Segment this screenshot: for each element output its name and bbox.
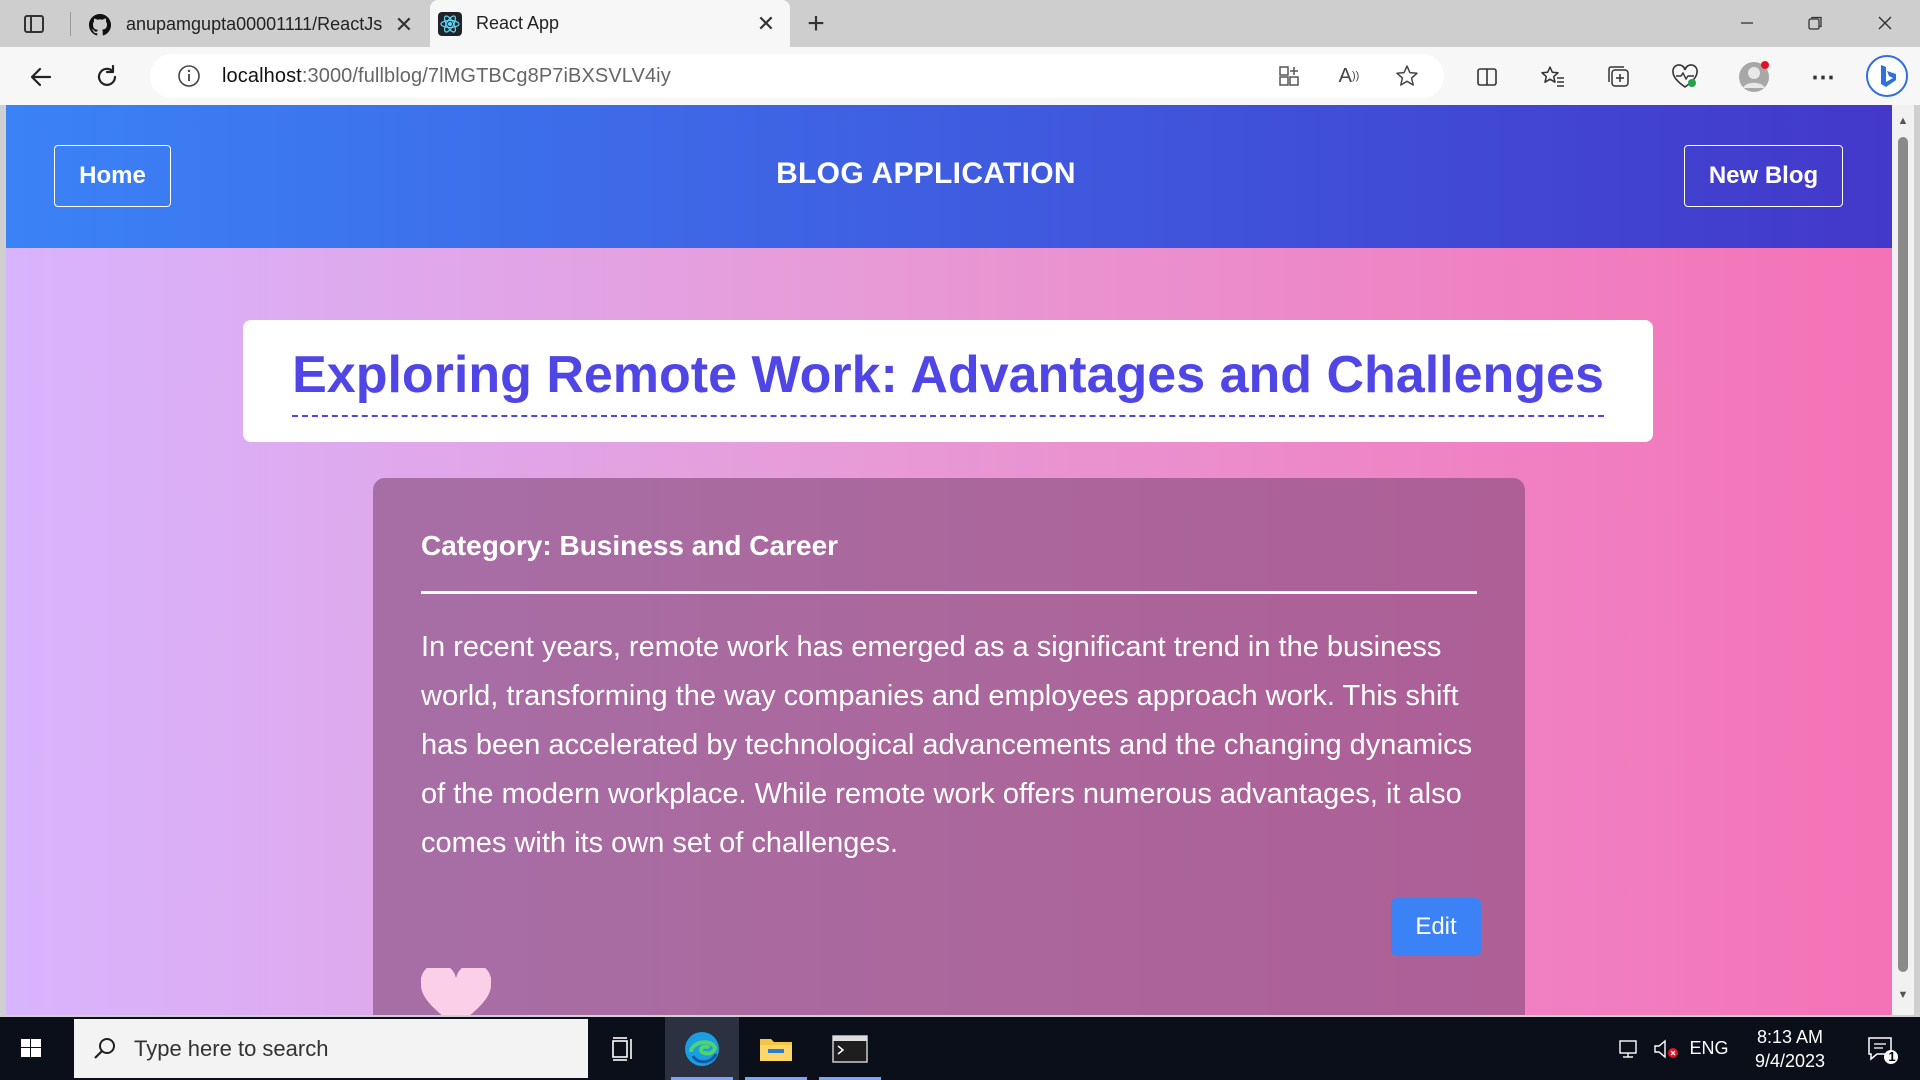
- taskbar-terminal[interactable]: [813, 1017, 887, 1080]
- new-blog-button[interactable]: New Blog: [1684, 145, 1843, 207]
- system-clock[interactable]: 8:13 AM 9/4/2023: [1730, 1025, 1850, 1073]
- refresh-icon: [97, 64, 117, 86]
- settings-more-button[interactable]: ⋯: [1804, 58, 1842, 96]
- search-icon: [90, 1034, 120, 1064]
- new-tab-button[interactable]: +: [800, 7, 832, 40]
- post-title: Exploring Remote Work: Advantages and Ch…: [292, 345, 1604, 417]
- bing-icon: [1866, 55, 1908, 97]
- notification-center-button[interactable]: 1: [1852, 1017, 1912, 1080]
- scrollbar-thumb[interactable]: [1898, 137, 1908, 972]
- close-icon: [1878, 16, 1892, 30]
- post-category: Category: Business and Career: [421, 530, 839, 561]
- tab-github[interactable]: anupamgupta00001111/ReactJs ✕: [80, 2, 428, 47]
- post-title-box: Exploring Remote Work: Advantages and Ch…: [243, 320, 1653, 442]
- split-screen-button[interactable]: [1468, 58, 1506, 96]
- heart-pulse-icon: [1672, 64, 1698, 88]
- github-icon: [88, 13, 112, 37]
- tab-react-app[interactable]: React App ✕: [430, 0, 790, 47]
- post-card: Category: Business and Career In recent …: [373, 478, 1525, 1015]
- tab-separator: [70, 12, 71, 36]
- start-button[interactable]: [14, 1031, 48, 1065]
- app-available-icon[interactable]: [1274, 61, 1304, 91]
- windows-icon: [21, 1039, 41, 1057]
- close-tab-icon[interactable]: ✕: [390, 11, 418, 39]
- tab-actions-icon: [24, 15, 44, 33]
- edge-icon: [685, 1031, 719, 1066]
- site-info-icon[interactable]: [174, 61, 204, 91]
- heart-icon[interactable]: [421, 968, 491, 1015]
- post-content: In recent years, remote work has emerged…: [421, 631, 1473, 859]
- restore-button[interactable]: [1792, 6, 1838, 40]
- clock-date: 9/4/2023: [1754, 1051, 1826, 1071]
- close-tab-icon[interactable]: ✕: [752, 10, 780, 38]
- page-viewport: Home BLOG APPLICATION New Blog Exploring…: [6, 105, 1892, 1015]
- app-header: Home BLOG APPLICATION New Blog: [6, 105, 1892, 248]
- profile-button[interactable]: [1735, 58, 1773, 96]
- minimize-icon: [1741, 22, 1753, 24]
- task-view-button[interactable]: [586, 1017, 660, 1080]
- read-aloud-icon[interactable]: A)): [1334, 61, 1364, 91]
- split-screen-icon: [1477, 68, 1497, 86]
- terminal-icon: [832, 1034, 868, 1063]
- back-arrow-icon: [30, 67, 52, 87]
- avatar: [1739, 61, 1769, 92]
- back-button[interactable]: [22, 58, 60, 96]
- tab-title: React App: [476, 13, 560, 33]
- network-icon[interactable]: [1612, 1017, 1648, 1080]
- app-title: BLOG APPLICATION: [776, 157, 1076, 190]
- tab-actions-button[interactable]: [16, 10, 52, 38]
- collections-icon: [1608, 66, 1629, 87]
- taskbar-search[interactable]: Type here to search: [74, 1019, 588, 1078]
- language-indicator[interactable]: ENG: [1686, 1017, 1732, 1080]
- close-window-button[interactable]: [1862, 6, 1908, 40]
- browser-toolbar: localhost:3000/fullblog/7lMGTBCg8P7iBXSV…: [0, 47, 1920, 105]
- taskbar-edge[interactable]: [665, 1017, 739, 1080]
- volume-muted-icon[interactable]: [1648, 1017, 1684, 1080]
- folder-icon: [760, 1038, 792, 1061]
- restore-icon: [1808, 16, 1822, 30]
- react-icon: [438, 11, 462, 36]
- minimize-button[interactable]: [1724, 6, 1770, 40]
- address-bar[interactable]: localhost:3000/fullblog/7lMGTBCg8P7iBXSV…: [150, 54, 1444, 98]
- divider: [421, 591, 1477, 594]
- clock-time: 8:13 AM: [1756, 1027, 1824, 1047]
- favorite-star-icon[interactable]: [1392, 61, 1422, 91]
- task-view-icon: [612, 1036, 632, 1061]
- scroll-up-arrow[interactable]: ▲: [1897, 115, 1909, 127]
- url-host: localhost: [222, 64, 302, 87]
- collections-button[interactable]: [1600, 58, 1638, 96]
- url-text: localhost:3000/fullblog/7lMGTBCg8P7iBXSV…: [222, 65, 671, 88]
- favorites-button[interactable]: [1534, 58, 1572, 96]
- url-path: :3000/fullblog/7lMGTBCg8P7iBXSVLV4iy: [301, 64, 671, 87]
- edit-button[interactable]: Edit: [1391, 898, 1481, 956]
- scroll-down-arrow[interactable]: ▼: [1897, 989, 1909, 1001]
- favorites-icon: [1541, 66, 1564, 87]
- windows-taskbar: Type here to search ENG 8:13 AM 9/4/2023…: [0, 1017, 1920, 1080]
- notification-count: 1: [1888, 1049, 1896, 1064]
- tab-bar: anupamgupta00001111/ReactJs ✕ React App …: [0, 0, 1920, 47]
- tab-title: anupamgupta00001111/ReactJs: [126, 14, 383, 34]
- search-placeholder: Type here to search: [134, 1035, 329, 1061]
- browser-essentials-button[interactable]: [1666, 58, 1704, 96]
- refresh-button[interactable]: [88, 58, 126, 96]
- page-scrollbar[interactable]: ▲ ▼: [1892, 105, 1914, 1015]
- bing-copilot-button[interactable]: [1864, 53, 1910, 99]
- taskbar-file-explorer[interactable]: [739, 1017, 813, 1080]
